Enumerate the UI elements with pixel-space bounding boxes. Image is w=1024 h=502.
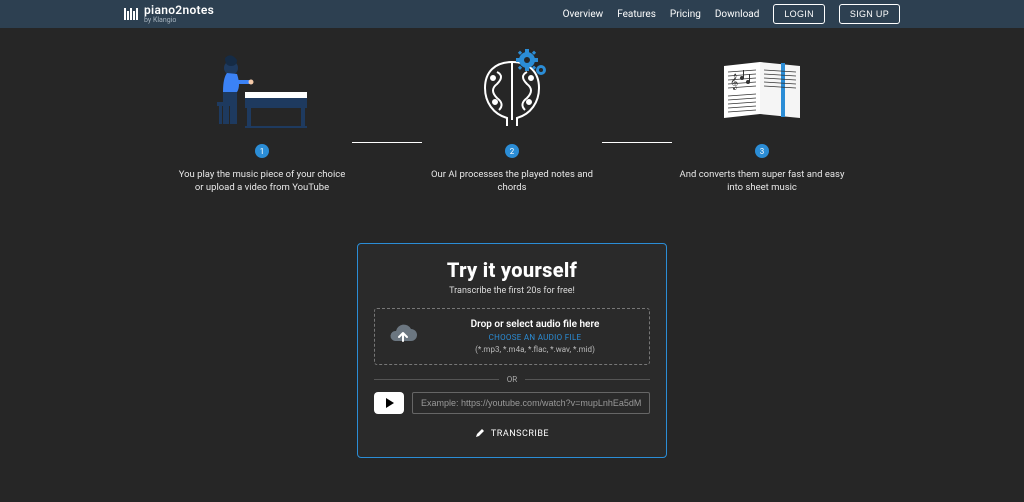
nav-download[interactable]: Download <box>715 9 760 20</box>
nav-overview[interactable]: Overview <box>563 9 604 20</box>
login-button[interactable]: LOGIN <box>773 4 825 24</box>
ai-brain-illustration <box>422 46 602 136</box>
youtube-url-input[interactable] <box>412 392 650 414</box>
nav-features[interactable]: Features <box>617 9 656 20</box>
connector-2 <box>602 142 672 143</box>
transcribe-label: TRANSCRIBE <box>491 429 549 439</box>
header: piano2notes by Klangio Overview Features… <box>0 0 1024 28</box>
nav: Overview Features Pricing Download LOGIN… <box>563 4 900 24</box>
choose-file-link[interactable]: CHOOSE AN AUDIO FILE <box>489 333 582 342</box>
try-title: Try it yourself <box>374 258 650 282</box>
or-divider: OR <box>374 375 650 384</box>
youtube-icon <box>374 392 404 414</box>
step-text-1: You play the music piece of your choice … <box>172 168 352 195</box>
svg-text:𝄞: 𝄞 <box>730 74 738 90</box>
supported-formats: (*.mp3, *.m4a, *.flac, *.wav, *.mid) <box>475 345 595 354</box>
nav-pricing[interactable]: Pricing <box>670 9 701 20</box>
youtube-row <box>374 392 650 414</box>
brand-subtitle: by Klangio <box>144 17 214 24</box>
dropzone[interactable]: Drop or select audio file here CHOOSE AN… <box>374 308 650 365</box>
or-label: OR <box>507 375 517 384</box>
steps-section: 1 You play the music piece of your choic… <box>0 46 1024 195</box>
piano-keys-icon <box>124 8 138 20</box>
step-2: 2 Our AI processes the played notes and … <box>422 46 602 195</box>
upload-cloud-icon <box>387 323 419 350</box>
pianist-illustration <box>172 46 352 136</box>
step-number-3: 3 <box>755 144 769 158</box>
signup-button[interactable]: SIGN UP <box>839 4 900 24</box>
connector-1 <box>352 142 422 143</box>
pencil-icon <box>475 428 485 441</box>
drop-title: Drop or select audio file here <box>471 319 600 330</box>
step-number-2: 2 <box>505 144 519 158</box>
try-box: Try it yourself Transcribe the first 20s… <box>357 243 667 458</box>
step-number-1: 1 <box>255 144 269 158</box>
step-text-3: And converts them super fast and easy in… <box>672 168 852 195</box>
brand-title: piano2notes <box>144 4 214 16</box>
try-section: Try it yourself Transcribe the first 20s… <box>0 243 1024 458</box>
try-subtitle: Transcribe the first 20s for free! <box>374 286 650 296</box>
sheet-music-illustration: 𝄞 <box>672 46 852 136</box>
transcribe-button[interactable]: TRANSCRIBE <box>374 428 650 441</box>
step-3: 𝄞 3 And converts them super fast and eas… <box>672 46 852 195</box>
brand[interactable]: piano2notes by Klangio <box>124 4 214 24</box>
step-1: 1 You play the music piece of your choic… <box>172 46 352 195</box>
header-inner: piano2notes by Klangio Overview Features… <box>124 4 900 24</box>
step-text-2: Our AI processes the played notes and ch… <box>422 168 602 195</box>
